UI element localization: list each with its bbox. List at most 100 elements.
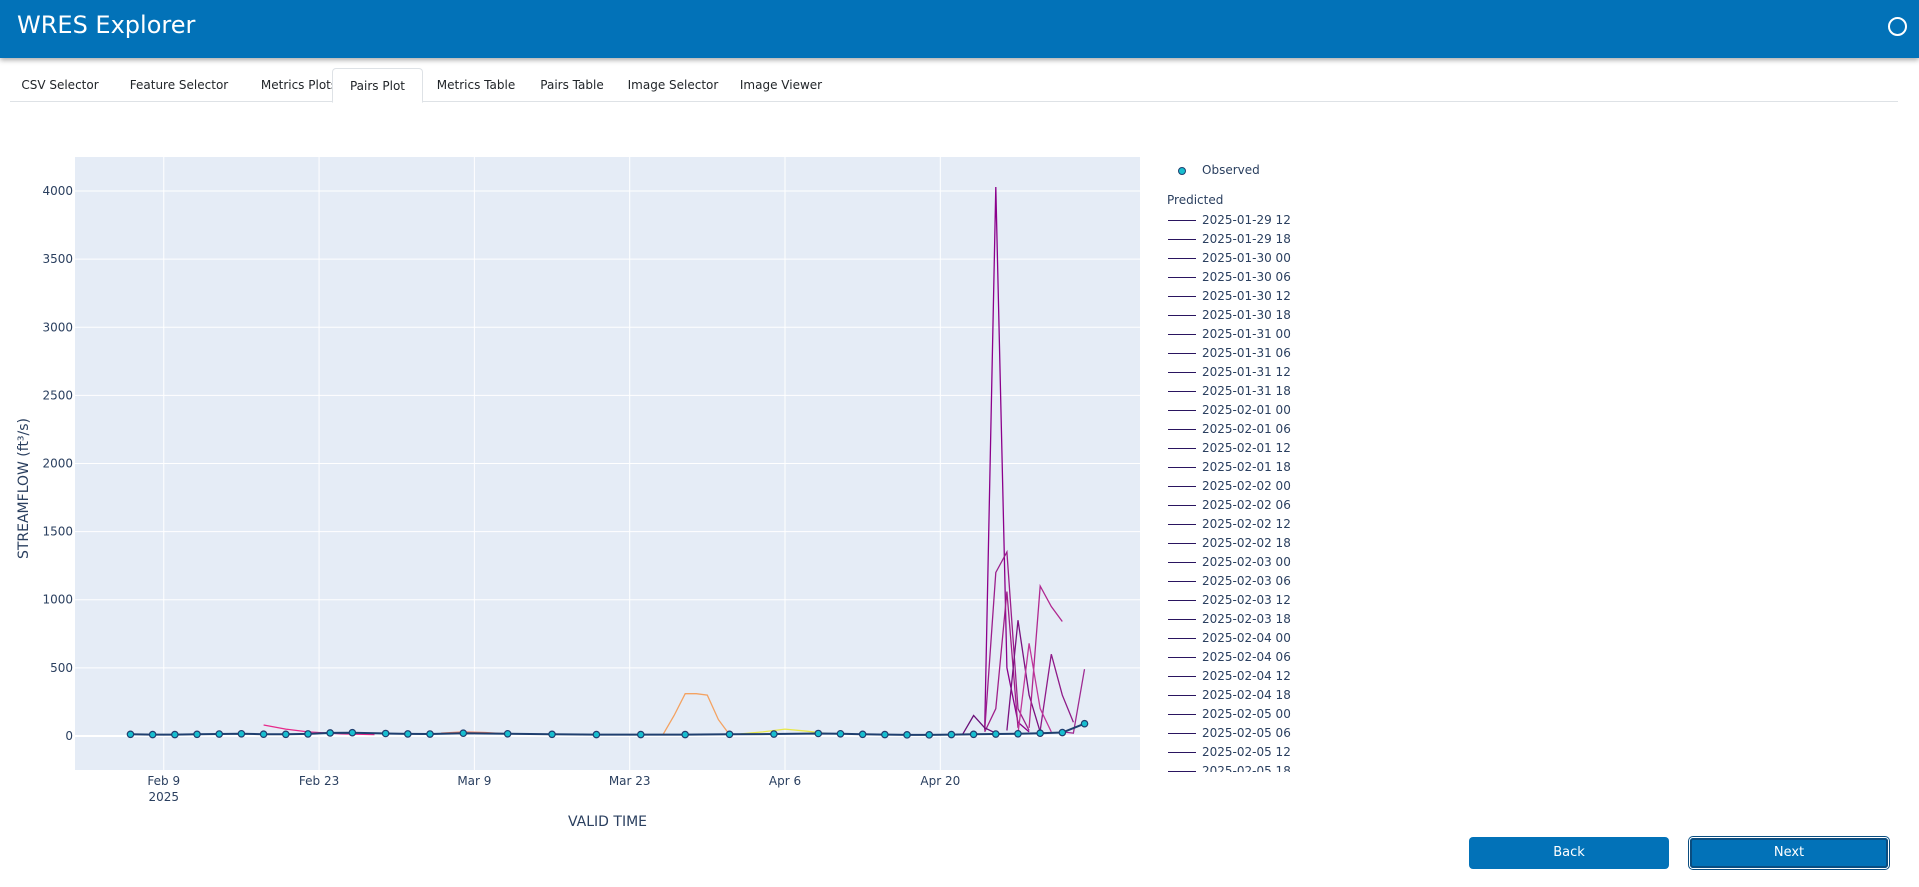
legend-label: 2025-02-01 12 — [1202, 441, 1291, 455]
legend-item-predicted[interactable]: 2025-02-01 18 — [1160, 458, 1360, 477]
legend-item-predicted[interactable]: 2025-02-02 00 — [1160, 477, 1360, 496]
legend-label: 2025-01-30 12 — [1202, 289, 1291, 303]
tab-image-viewer[interactable]: Image Viewer — [730, 68, 832, 102]
observed-point — [636, 730, 645, 739]
legend-label: 2025-02-02 00 — [1202, 479, 1291, 493]
legend-item-predicted[interactable]: 2025-01-31 00 — [1160, 325, 1360, 344]
observed-point — [1058, 728, 1067, 737]
observed-point — [1036, 729, 1044, 738]
legend-line-swatch — [1168, 505, 1196, 506]
y-tick-label: 0 — [65, 729, 73, 743]
legend-label: 2025-02-01 18 — [1202, 460, 1291, 474]
tab-pairs-table[interactable]: Pairs Table — [528, 68, 616, 102]
observed-point — [171, 730, 179, 739]
legend-label: 2025-02-04 18 — [1202, 688, 1291, 702]
legend-line-swatch — [1168, 410, 1196, 411]
legend-item-predicted[interactable]: 2025-02-04 12 — [1160, 667, 1360, 686]
legend-item-predicted[interactable]: 2025-02-05 12 — [1160, 743, 1360, 762]
legend-item-predicted[interactable]: 2025-02-03 06 — [1160, 572, 1360, 591]
legend-item-predicted[interactable]: 2025-02-02 06 — [1160, 496, 1360, 515]
legend-item-predicted[interactable]: 2025-02-02 18 — [1160, 534, 1360, 553]
observed-point — [304, 730, 312, 738]
legend-item-predicted[interactable]: 2025-01-30 18 — [1160, 306, 1360, 325]
legend-line-swatch — [1168, 258, 1196, 259]
legend-label: 2025-01-31 12 — [1202, 365, 1291, 379]
observed-point — [814, 729, 823, 738]
observed-point — [681, 730, 689, 739]
legend-label: 2025-02-04 00 — [1202, 631, 1291, 645]
legend-item-predicted[interactable]: 2025-02-05 06 — [1160, 724, 1360, 743]
y-tick-label: 1000 — [42, 593, 73, 607]
legend-label: 2025-02-04 06 — [1202, 650, 1291, 664]
legend-item-predicted[interactable]: 2025-02-04 18 — [1160, 686, 1360, 705]
legend-label: 2025-01-31 00 — [1202, 327, 1291, 341]
legend-item-predicted[interactable]: 2025-01-31 12 — [1160, 363, 1360, 382]
x-tick-label: Apr 6 — [769, 774, 801, 788]
tab-csv-selector[interactable]: CSV Selector — [10, 68, 110, 102]
legend-line-swatch — [1168, 714, 1196, 715]
legend-item-predicted[interactable]: 2025-02-03 18 — [1160, 610, 1360, 629]
tab-bar: CSV Selector Feature Selector Metrics Pl… — [10, 68, 1898, 103]
observed-point — [858, 730, 867, 739]
legend-item-predicted[interactable]: 2025-01-31 06 — [1160, 344, 1360, 363]
legend-label: 2025-02-03 00 — [1202, 555, 1291, 569]
legend-item-predicted[interactable]: 2025-02-01 00 — [1160, 401, 1360, 420]
legend-line-swatch — [1168, 638, 1196, 639]
legend-item-predicted[interactable]: 2025-02-04 06 — [1160, 648, 1360, 667]
legend-item-predicted[interactable]: 2025-02-03 12 — [1160, 591, 1360, 610]
legend-item-predicted[interactable]: 2025-01-30 12 — [1160, 287, 1360, 306]
legend-label: 2025-02-05 12 — [1202, 745, 1291, 759]
legend-item-predicted[interactable]: 2025-02-05 18 — [1160, 762, 1360, 772]
legend-label: Observed — [1202, 163, 1260, 177]
observed-point — [259, 730, 268, 738]
legend-line-swatch — [1168, 315, 1196, 316]
tab-pairs-plot[interactable]: Pairs Plot — [332, 68, 423, 103]
legend-item-predicted[interactable]: 2025-02-04 00 — [1160, 629, 1360, 648]
legend-line-swatch — [1168, 220, 1196, 221]
y-tick-label: 1500 — [42, 525, 73, 539]
observed-point — [503, 729, 512, 738]
next-button[interactable]: Next — [1689, 837, 1889, 869]
observed-point — [1014, 729, 1022, 738]
legend-label: 2025-01-31 18 — [1202, 384, 1291, 398]
legend-line-swatch — [1168, 562, 1196, 563]
legend-line-swatch — [1168, 277, 1196, 278]
observed-point — [903, 731, 911, 739]
x-tick-label: Mar 9 — [457, 774, 491, 788]
legend-item-observed[interactable]: Observed — [1160, 163, 1360, 179]
legend-group-title: Predicted — [1167, 193, 1224, 207]
observed-point — [193, 730, 201, 739]
legend-item-predicted[interactable]: 2025-02-02 12 — [1160, 515, 1360, 534]
legend-item-predicted[interactable]: 2025-01-31 18 — [1160, 382, 1360, 401]
legend-line-swatch — [1168, 771, 1196, 772]
observed-point — [1080, 719, 1089, 728]
observed-point — [836, 729, 845, 738]
legend-item-predicted[interactable]: 2025-02-05 00 — [1160, 705, 1360, 724]
x-tick-sublabel: 2025 — [148, 790, 179, 804]
legend-item-predicted[interactable]: 2025-01-29 12 — [1160, 211, 1360, 230]
legend-line-swatch — [1168, 334, 1196, 335]
back-button[interactable]: Back — [1469, 837, 1669, 869]
observed-point — [969, 730, 978, 739]
pairs-plot-chart[interactable]: 0 500 1000 1500 2000 2500 3000 3500 4000 Feb 9 20… — [0, 110, 1919, 835]
legend-label: 2025-02-02 12 — [1202, 517, 1291, 531]
legend-line-swatch — [1168, 296, 1196, 297]
observed-point — [426, 730, 434, 738]
observed-point — [459, 729, 468, 738]
x-tick-label: Apr 20 — [920, 774, 960, 788]
legend-line-swatch — [1168, 695, 1196, 696]
y-tick-label: 500 — [50, 661, 73, 675]
y-tick-label: 2000 — [42, 457, 73, 471]
tab-metrics-table[interactable]: Metrics Table — [426, 68, 526, 102]
y-tick-label: 3000 — [42, 320, 73, 334]
legend-item-predicted[interactable]: 2025-02-01 06 — [1160, 420, 1360, 439]
legend-item-predicted[interactable]: 2025-02-01 12 — [1160, 439, 1360, 458]
legend-item-predicted[interactable]: 2025-02-03 00 — [1160, 553, 1360, 572]
app-title: WRES Explorer — [17, 11, 196, 39]
tab-image-selector[interactable]: Image Selector — [618, 68, 728, 102]
y-axis-ticks: 0 500 1000 1500 2000 2500 3000 3500 4000 — [42, 184, 73, 743]
legend-item-predicted[interactable]: 2025-01-30 06 — [1160, 268, 1360, 287]
legend-item-predicted[interactable]: 2025-01-30 00 — [1160, 249, 1360, 268]
tab-feature-selector[interactable]: Feature Selector — [113, 68, 245, 102]
legend-item-predicted[interactable]: 2025-01-29 18 — [1160, 230, 1360, 249]
